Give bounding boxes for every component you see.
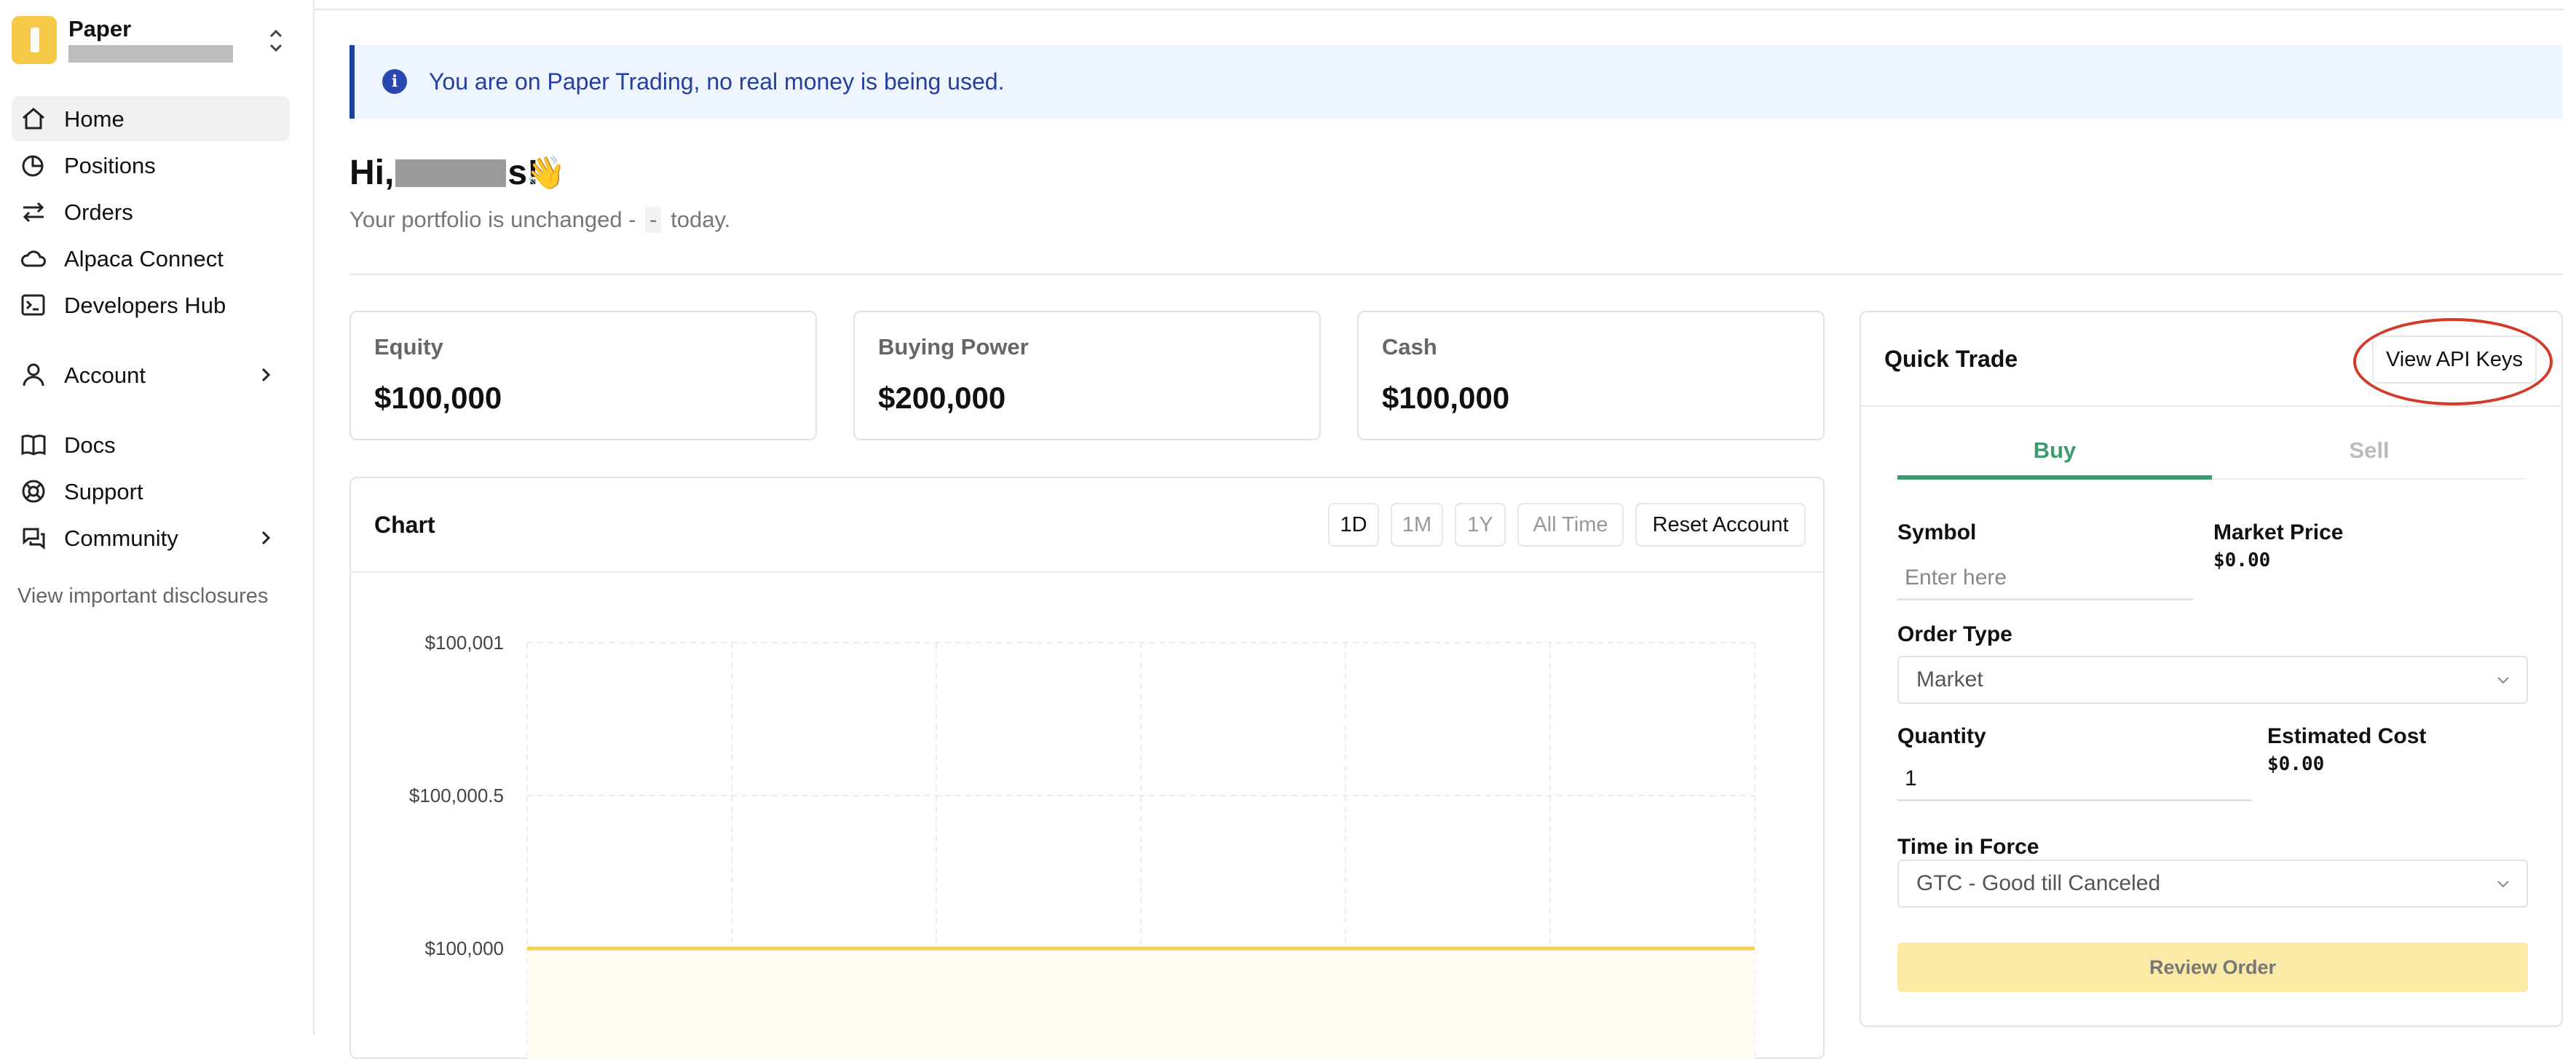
active-tab-indicator (1897, 475, 2212, 480)
series-area (527, 948, 1755, 1059)
sidebar-item-account[interactable]: Account (12, 352, 290, 397)
greeting-heading: Hi, s! (349, 153, 539, 193)
reset-account-button[interactable]: Reset Account (1635, 503, 1806, 547)
chevron-down-icon (2497, 677, 2509, 684)
y-tick-label: $100,000.5 (409, 785, 504, 806)
account-switcher[interactable]: Paper (12, 16, 296, 66)
quantity-label: Quantity (1897, 724, 1986, 748)
time-in-force-label: Time in Force (1897, 835, 2039, 859)
quick-trade-title: Quick Trade (1884, 346, 2018, 372)
portfolio-chart: $100,001 $100,000.5 $100,000 (409, 632, 1755, 1059)
sidebar-item-label: Docs (64, 432, 116, 458)
sidebar-item-docs[interactable]: Docs (12, 422, 290, 467)
lifebuoy-icon (22, 480, 45, 503)
portfolio-summary: Your portfolio is unchanged - - today. (349, 207, 730, 233)
change-percent: - (645, 207, 662, 233)
portfolio-summary-today: today. (671, 207, 731, 232)
time-in-force-value: GTC - Good till Canceled (1916, 871, 2161, 895)
time-in-force-select[interactable]: GTC - Good till Canceled (1897, 860, 2528, 908)
sidebar-item-alpaca-connect[interactable]: Alpaca Connect (12, 236, 290, 281)
sidebar-item-label: Account (64, 362, 146, 388)
timeframe-1d-button[interactable]: 1D (1328, 503, 1379, 547)
sidebar-item-label: Home (64, 106, 125, 132)
card-divider (1861, 405, 2561, 407)
sidebar-item-positions[interactable]: Positions (12, 143, 290, 188)
estimated-cost-label: Estimated Cost (2267, 724, 2427, 748)
equity-card: Equity $100,000 (349, 311, 817, 440)
stat-label: Cash (1382, 334, 1437, 360)
timeframe-all-time-button[interactable]: All Time (1517, 503, 1624, 547)
tab-buy[interactable]: Buy (1897, 437, 2212, 464)
disclosures-link[interactable]: View important disclosures (17, 584, 268, 608)
tab-sell[interactable]: Sell (2212, 437, 2526, 464)
stat-value: $100,000 (1382, 381, 1510, 415)
y-tick-label: $100,000 (425, 937, 504, 959)
tab-track (2212, 478, 2526, 480)
market-price-value: $0.00 (2213, 550, 2271, 571)
username-redacted (395, 159, 507, 187)
account-name: Paper (68, 16, 132, 41)
pie-chart-icon (22, 155, 44, 177)
timeframe-1m-button[interactable]: 1M (1391, 503, 1443, 547)
order-type-select[interactable]: Market (1897, 656, 2528, 704)
alpaca-logo (12, 16, 57, 64)
chevron-right-icon (261, 368, 271, 382)
change-amount: - (628, 207, 636, 232)
sidebar-item-community[interactable]: Community (12, 515, 290, 560)
y-tick-label: $100,001 (425, 632, 504, 654)
banner-text: You are on Paper Trading, no real money … (429, 68, 1005, 95)
symbol-input[interactable] (1897, 557, 2193, 600)
sidebar-item-label: Developers Hub (64, 293, 226, 318)
cloud-icon (21, 250, 46, 267)
market-price-label: Market Price (2213, 520, 2344, 544)
chart-card: Chart 1D 1M 1Y All Time Reset Account $1… (349, 477, 1825, 1059)
sidebar-item-support[interactable]: Support (12, 469, 290, 514)
sidebar-item-home[interactable]: Home (12, 96, 290, 141)
review-order-button[interactable]: Review Order (1897, 943, 2528, 992)
symbol-label: Symbol (1897, 520, 1977, 544)
stat-label: Equity (374, 334, 443, 360)
order-type-label: Order Type (1897, 622, 2012, 646)
stat-value: $200,000 (878, 381, 1006, 415)
chevron-down-icon (2497, 881, 2509, 888)
swap-arrows-icon (23, 202, 44, 223)
sidebar-item-label: Positions (64, 153, 156, 178)
account-id-redacted (68, 45, 233, 63)
home-icon (23, 108, 44, 130)
top-divider (315, 9, 2564, 10)
sidebar: Paper Home Positions Orders Alpaca Conne… (0, 0, 315, 1035)
chart-title: Chart (374, 512, 435, 538)
sidebar-item-label: Support (64, 479, 143, 504)
book-icon (21, 435, 46, 456)
chevron-up-down-icon[interactable] (265, 26, 287, 55)
quick-trade-panel: Quick Trade View API Keys Buy Sell Symbo… (1860, 311, 2563, 1027)
sidebar-item-developers-hub[interactable]: Developers Hub (12, 282, 290, 328)
chevron-right-icon (261, 531, 271, 545)
stat-label: Buying Power (878, 334, 1029, 360)
greeting-hi: Hi, (349, 154, 395, 192)
chat-bubbles-icon (23, 528, 45, 550)
estimated-cost-value: $0.00 (2267, 753, 2325, 775)
sidebar-item-label: Community (64, 525, 178, 551)
section-divider (349, 274, 2563, 275)
info-icon: i (382, 69, 407, 94)
sidebar-item-label: Alpaca Connect (64, 246, 224, 271)
order-type-value: Market (1916, 667, 1983, 691)
buying-power-card: Buying Power $200,000 (853, 311, 1321, 440)
stat-value: $100,000 (374, 381, 502, 415)
timeframe-1y-button[interactable]: 1Y (1455, 503, 1506, 547)
paper-trading-banner: i You are on Paper Trading, no real mone… (349, 45, 2563, 119)
highlight-circle-annotation (2353, 318, 2553, 405)
quantity-input[interactable] (1897, 758, 2251, 801)
sidebar-item-orders[interactable]: Orders (12, 189, 290, 234)
sidebar-item-label: Orders (64, 199, 133, 225)
user-icon (23, 363, 44, 386)
cash-card: Cash $100,000 (1357, 311, 1825, 440)
portfolio-summary-text: Your portfolio is unchanged (349, 207, 623, 232)
terminal-icon (21, 294, 45, 316)
wave-emoji: 👋 (526, 155, 566, 191)
